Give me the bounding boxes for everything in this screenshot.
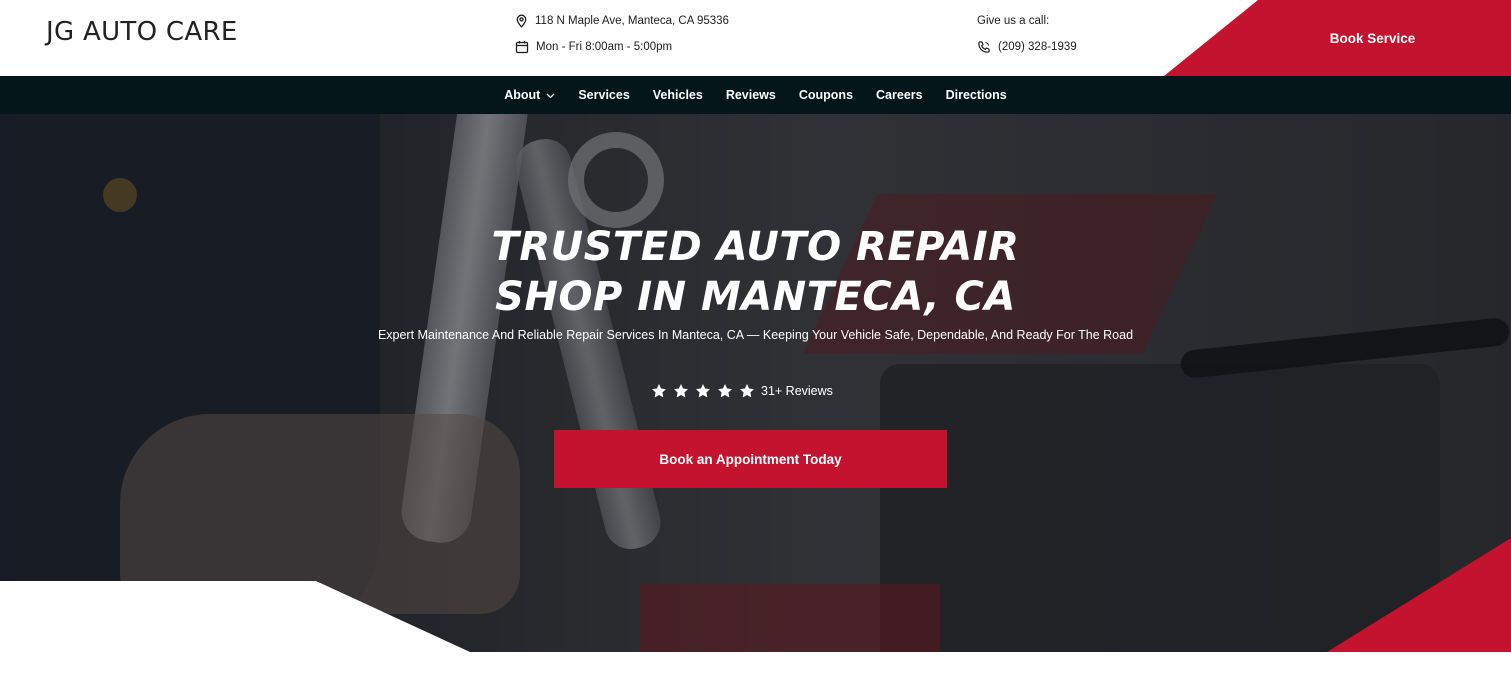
hero-subtitle: Expert Maintenance And Reliable Repair S… [377,328,1134,342]
address-text: 118 N Maple Ave, Manteca, CA 95336 [535,15,729,27]
star-icon [740,384,754,398]
top-header: JG AUTO CARE 118 N Maple Ave, Manteca, C… [0,0,1511,76]
call-label: Give us a call: [977,15,1050,27]
phone-link[interactable]: (209) 328-1939 [977,40,1077,54]
hero-title-line-1: TRUSTED AUTO REPAIR [491,224,1020,270]
star-icon [718,384,732,398]
nav-item-directions[interactable]: Directions [946,88,1007,102]
nav-item-vehicles[interactable]: Vehicles [653,88,703,102]
main-nav: About Services Vehicles Reviews Coupons … [0,76,1511,114]
nav-item-careers[interactable]: Careers [876,88,923,102]
map-pin-icon [515,14,528,28]
star-icon [674,384,688,398]
nav-item-services[interactable]: Services [578,88,629,102]
nav-item-about[interactable]: About [504,88,555,102]
book-service-button[interactable]: Book Service [1164,0,1511,76]
hero-title: TRUSTED AUTO REPAIR SHOP IN MANTECA, CA [0,222,1511,322]
nav-item-reviews[interactable]: Reviews [726,88,776,102]
book-appointment-button[interactable]: Book an Appointment Today [554,430,947,488]
hours-info: Mon - Fri 8:00am - 5:00pm [515,40,672,54]
nav-item-coupons[interactable]: Coupons [799,88,853,102]
review-rating[interactable]: 31+ Reviews [651,383,833,399]
hours-text: Mon - Fri 8:00am - 5:00pm [536,41,673,53]
page-bottom-strip [0,652,1511,674]
star-icon [696,384,710,398]
reviews-count: 31+ Reviews [761,384,833,398]
site-logo[interactable]: JG AUTO CARE [46,17,238,47]
hero-section: TRUSTED AUTO REPAIR SHOP IN MANTECA, CA … [0,114,1511,652]
hero-title-line-2: SHOP IN MANTECA, CA [495,274,1016,320]
address-info[interactable]: 118 N Maple Ave, Manteca, CA 95336 [515,14,729,28]
nav-item-label: About [504,88,541,102]
star-icon [652,384,666,398]
calendar-icon [515,40,529,54]
chevron-down-icon [546,88,555,102]
phone-number: (209) 328-1939 [998,41,1077,53]
phone-icon [977,40,991,54]
star-rating [651,383,755,399]
